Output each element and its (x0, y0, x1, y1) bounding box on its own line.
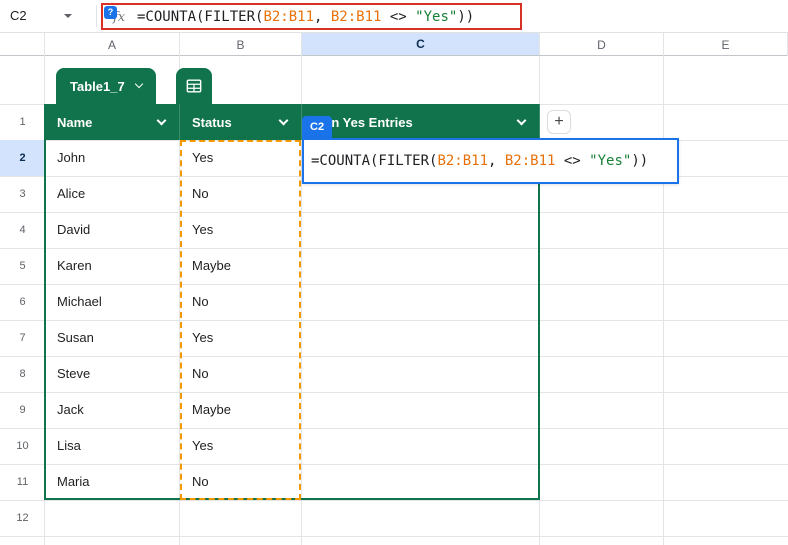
table-name-label: Table1_7 (70, 78, 125, 94)
formula-token: )) (457, 9, 475, 25)
formula-input[interactable]: =COUNTA(FILTER(B2:B11, B2:B11 <> "Yes")) (137, 9, 474, 26)
formula-token: =COUNTA(FILTER( (137, 9, 264, 25)
formula-token: B2:B11 (504, 153, 556, 169)
formula-token: "Yes" (415, 9, 458, 25)
cell-B9[interactable]: Maybe (180, 392, 302, 428)
cell-B8[interactable]: No (180, 356, 302, 392)
table-header-name[interactable]: Name (45, 104, 180, 140)
gridline (0, 500, 788, 501)
table-header-non-yes-entries[interactable]: Non Yes Entries (302, 104, 540, 140)
chevron-down-icon[interactable] (278, 115, 289, 125)
cell-A11[interactable]: Maria (45, 464, 180, 500)
row-header-7[interactable]: 7 (0, 320, 45, 356)
cell-A7[interactable]: Susan (45, 320, 180, 356)
row-header-1[interactable]: 1 (0, 104, 45, 140)
row-header-5[interactable]: 5 (0, 248, 45, 284)
cell-A8[interactable]: Steve (45, 356, 180, 392)
column-header-D[interactable]: D (540, 33, 664, 56)
cell-B5[interactable]: Maybe (180, 248, 302, 284)
formula-token: <> (381, 9, 416, 25)
row-header-2[interactable]: 2 (0, 140, 45, 176)
row-header-9[interactable]: 9 (0, 392, 45, 428)
cell-A6[interactable]: Michael (45, 284, 180, 320)
gridline (663, 56, 664, 545)
select-all-corner[interactable] (0, 33, 45, 56)
cell-A5[interactable]: Karen (45, 248, 180, 284)
cell-B7[interactable]: Yes (180, 320, 302, 356)
row-header-10[interactable]: 10 (0, 428, 45, 464)
row-header-6[interactable]: 6 (0, 284, 45, 320)
column-header-B[interactable]: B (180, 33, 302, 56)
column-header-A[interactable]: A (45, 33, 180, 56)
row-header-3[interactable]: 3 (0, 176, 45, 212)
row-header-8[interactable]: 8 (0, 356, 45, 392)
cell-B2[interactable]: Yes (180, 140, 302, 176)
column-header-E[interactable]: E (664, 33, 788, 56)
formula-bar: C2 ? fx =COUNTA(FILTER(B2:B11, B2:B11 <>… (0, 0, 788, 33)
name-box-caret-icon[interactable] (64, 14, 72, 18)
table-name-tab[interactable]: Table1_7 (56, 68, 156, 104)
formula-token: =COUNTA(FILTER( (311, 153, 438, 169)
formula-token: B2:B11 (330, 9, 382, 25)
chevron-down-icon[interactable] (516, 115, 527, 125)
column-header-C[interactable]: C (302, 33, 540, 56)
cell-editor-formula: =COUNTA(FILTER(B2:B11, B2:B11 <> "Yes")) (311, 153, 648, 169)
cell-editor[interactable]: =COUNTA(FILTER(B2:B11, B2:B11 <> "Yes")) (302, 138, 679, 184)
table-header-label: Name (57, 114, 93, 130)
row-header-4[interactable]: 4 (0, 212, 45, 248)
row-header-12[interactable]: 12 (0, 500, 45, 536)
row-header-11[interactable]: 11 (0, 464, 45, 500)
gridline (0, 536, 788, 537)
chevron-down-icon (134, 79, 143, 89)
table-icon (186, 79, 202, 93)
add-column-button[interactable]: + (547, 110, 571, 134)
cell-B4[interactable]: Yes (180, 212, 302, 248)
active-cell-label: C2 (302, 116, 333, 138)
formula-token: <> (555, 153, 590, 169)
formula-annotation-outline: ? fx =COUNTA(FILTER(B2:B11, B2:B11 <> "Y… (101, 3, 522, 30)
chevron-down-icon[interactable] (156, 115, 167, 125)
cell-A3[interactable]: Alice (45, 176, 180, 212)
table-header-status[interactable]: Status (180, 104, 302, 140)
cell-B11[interactable]: No (180, 464, 302, 500)
formula-help-badge[interactable]: ? (104, 6, 117, 19)
cell-A9[interactable]: Jack (45, 392, 180, 428)
cell-B6[interactable]: No (180, 284, 302, 320)
name-box[interactable]: C2 (0, 0, 96, 32)
cell-B3[interactable]: No (180, 176, 302, 212)
divider (96, 5, 97, 27)
table-menu-tab[interactable] (176, 68, 212, 104)
cell-A4[interactable]: David (45, 212, 180, 248)
cell-A2[interactable]: John (45, 140, 180, 176)
formula-token: B2:B11 (263, 9, 315, 25)
cell-B10[interactable]: Yes (180, 428, 302, 464)
formula-token: "Yes" (589, 153, 632, 169)
formula-token: B2:B11 (437, 153, 489, 169)
formula-token: , (488, 153, 505, 169)
formula-token: )) (631, 153, 649, 169)
name-box-value: C2 (10, 8, 27, 23)
cell-A10[interactable]: Lisa (45, 428, 180, 464)
formula-token: , (314, 9, 331, 25)
table-header-label: Status (192, 114, 232, 130)
